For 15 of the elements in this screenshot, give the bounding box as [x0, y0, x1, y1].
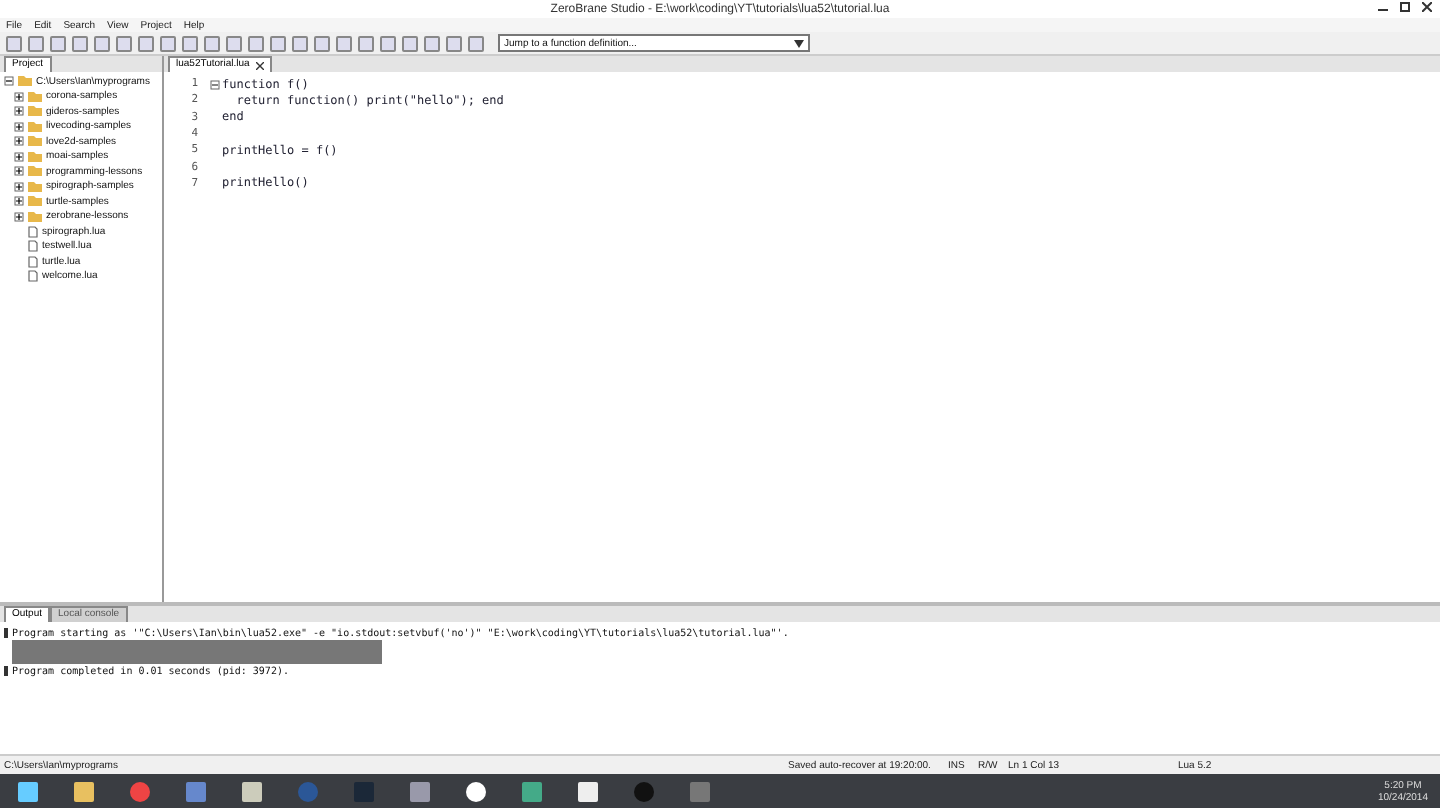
- expand-icon[interactable]: [14, 196, 24, 207]
- expand-icon[interactable]: [14, 91, 24, 102]
- caret-icon: [794, 39, 804, 47]
- expand-icon[interactable]: [14, 211, 24, 222]
- maximize-icon[interactable]: [1400, 2, 1410, 12]
- close-icon[interactable]: [1422, 2, 1432, 12]
- expand-icon[interactable]: [14, 121, 24, 132]
- expand-icon[interactable]: [14, 166, 24, 177]
- close-icon[interactable]: [255, 61, 264, 69]
- expand-icon[interactable]: [14, 181, 24, 192]
- fold-icon[interactable]: [209, 79, 219, 90]
- expand-icon[interactable]: [14, 106, 24, 117]
- expand-icon[interactable]: [14, 151, 24, 162]
- expand-icon[interactable]: [14, 136, 24, 147]
- collapse-icon[interactable]: [4, 76, 14, 87]
